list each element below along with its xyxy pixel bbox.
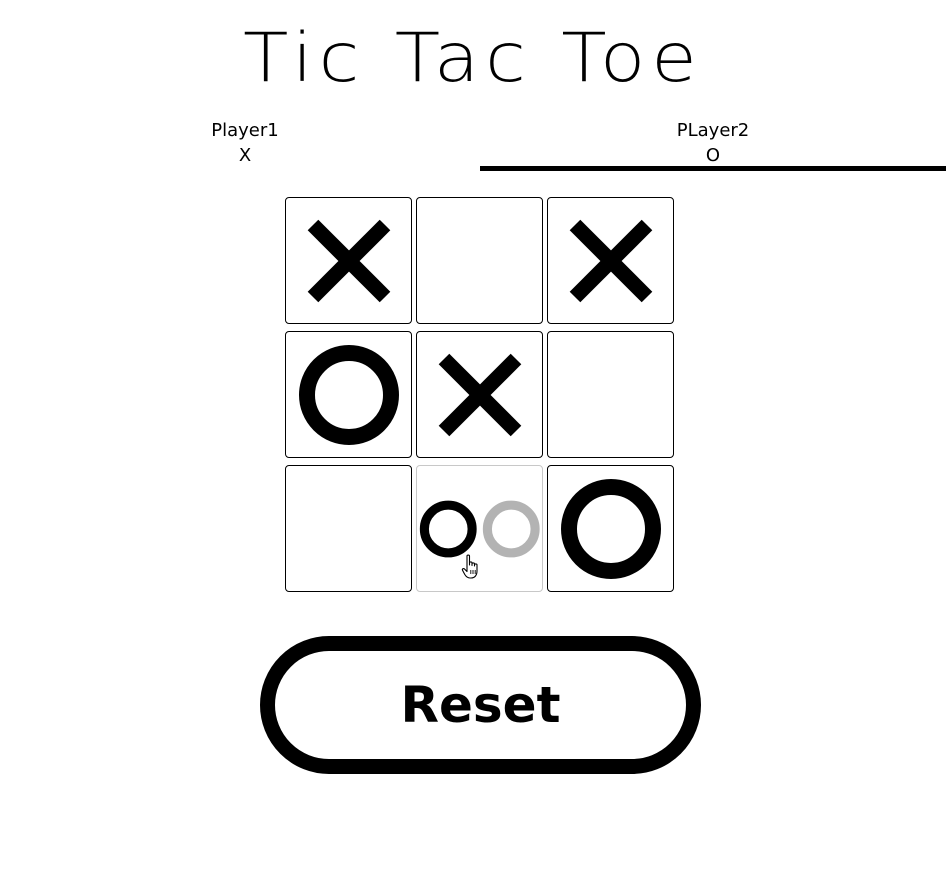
board-cell[interactable] <box>547 331 674 458</box>
player1-name: Player1 <box>211 120 279 141</box>
active-player-indicator <box>480 166 946 171</box>
x-mark-icon <box>307 219 390 302</box>
board-cell[interactable] <box>285 197 412 324</box>
board-cell[interactable] <box>416 331 543 458</box>
game-board <box>285 197 675 592</box>
player1-panel: Player1 X <box>12 118 478 168</box>
board-cell[interactable] <box>285 465 412 592</box>
o-mark-icon <box>298 344 399 445</box>
x-mark-icon <box>438 353 521 436</box>
x-mark-icon <box>569 219 652 302</box>
game-title: Tic Tac Toe <box>243 18 703 98</box>
board-cell[interactable] <box>547 197 674 324</box>
player2-symbol: O <box>705 145 721 166</box>
player2-panel: PLayer2 O <box>480 118 946 168</box>
hand-cursor-icon <box>461 554 478 579</box>
o-mark-icon <box>560 478 661 579</box>
board-cell[interactable] <box>547 465 674 592</box>
player2-name: PLayer2 <box>676 120 750 141</box>
board-cell[interactable] <box>285 331 412 458</box>
o-preview-icon <box>482 500 540 557</box>
player1-symbol: X <box>238 145 252 166</box>
reset-button[interactable]: Reset <box>260 636 701 774</box>
board-cell[interactable] <box>416 197 543 324</box>
board-cell[interactable] <box>416 465 543 592</box>
